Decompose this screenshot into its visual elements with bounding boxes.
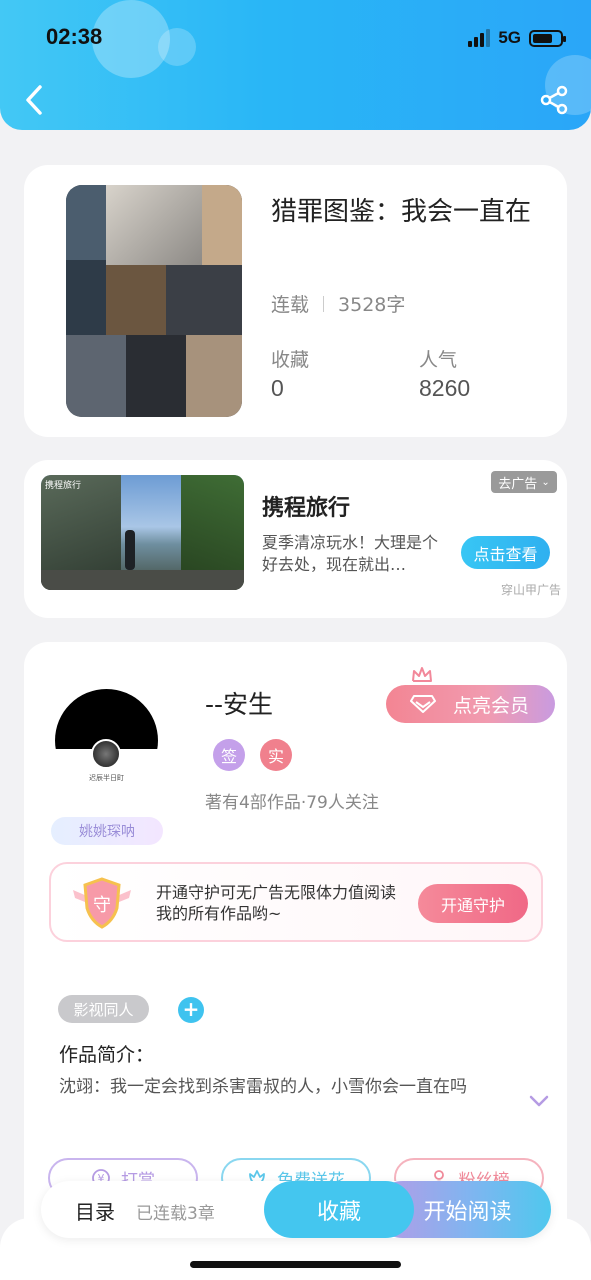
add-tag-plus-icon[interactable]: +: [178, 997, 204, 1023]
share-icon[interactable]: [538, 84, 570, 116]
favorite-button[interactable]: 收藏: [264, 1181, 414, 1238]
guard-button[interactable]: 开通守护: [418, 884, 528, 923]
status-icons: 5G: [468, 28, 566, 48]
back-chevron-icon[interactable]: [20, 82, 50, 118]
popularity-value: 8260: [419, 375, 471, 401]
signal-icon: [468, 29, 491, 47]
battery-icon: [529, 29, 566, 47]
decor-bubble: [158, 28, 196, 66]
home-indicator: [190, 1261, 401, 1268]
chapter-count: 已连载3章: [136, 1204, 215, 1224]
author-name[interactable]: --安生: [205, 685, 273, 721]
book-cover[interactable]: [66, 185, 242, 417]
ad-image-logo: 携程旅行: [45, 481, 82, 491]
diamond-icon: [410, 695, 436, 713]
book-title: 猎罪图鉴：我会一直在: [271, 197, 532, 227]
network-type: 5G: [498, 28, 521, 47]
author-stats: 著有4部作品·79人关注: [205, 793, 379, 813]
toc-button[interactable]: 目录: [75, 1196, 115, 1225]
signed-badge: 签: [213, 739, 245, 771]
guard-text: 开通守护可无广告无限体力值阅读我的所有作品哟~: [156, 883, 397, 923]
genre-tag[interactable]: 影视同人: [58, 995, 149, 1023]
ad-view-button[interactable]: 点击查看: [461, 536, 550, 569]
crown-icon: [412, 667, 432, 682]
fan-tag[interactable]: 姚姚琛呐: [51, 817, 163, 845]
remove-ad-label: 去广告: [498, 476, 538, 492]
favorites-value: 0: [271, 375, 284, 401]
word-count: 3528字: [338, 294, 406, 316]
expand-chevron-icon[interactable]: [528, 1094, 550, 1108]
remove-ad-button[interactable]: 去广告 ⌄: [491, 471, 557, 493]
vip-label: 点亮会员: [452, 694, 529, 717]
status-time: 02:38: [46, 24, 103, 49]
chevron-down-icon: ⌄: [541, 476, 550, 488]
book-meta: 连载 3528字: [271, 290, 405, 317]
popularity-label: 人气: [419, 349, 458, 371]
meta-divider: [323, 295, 325, 312]
intro-label: 作品简介：: [59, 1044, 155, 1066]
decor-bubble: [92, 0, 170, 78]
verified-badge: 实: [260, 739, 292, 771]
ad-image[interactable]: 携程旅行: [41, 475, 244, 590]
vip-button[interactable]: 点亮会员: [386, 685, 555, 723]
ad-source: 穿山甲广告: [501, 583, 562, 597]
avatar-caption: 迟辰半日町: [89, 774, 124, 782]
favorites-label: 收藏: [271, 349, 310, 371]
bottom-action-bar: 目录 已连载3章 开始阅读 收藏: [41, 1181, 551, 1238]
guard-shield-icon: 守: [73, 877, 131, 929]
app-header: 02:38 5G: [0, 0, 591, 130]
author-avatar[interactable]: 迟辰半日町: [55, 689, 158, 792]
book-info-card: 猎罪图鉴：我会一直在 连载 3528字 收藏 0 人气 8260: [24, 165, 567, 437]
ad-description: 夏季清凉玩水！大理是个好去处，现在就出…: [262, 533, 439, 574]
guard-banner: 守 开通守护可无广告无限体力值阅读我的所有作品哟~ 开通守护: [49, 862, 543, 942]
ad-title: 携程旅行: [262, 496, 351, 521]
intro-text: 沈翊：我一定会找到杀害雷叔的人，小雪你会一直在吗: [59, 1077, 467, 1097]
book-status: 连载: [271, 294, 310, 316]
guard-icon-char: 守: [93, 895, 111, 916]
ad-card[interactable]: 携程旅行 携程旅行 夏季清凉玩水！大理是个好去处，现在就出… 去广告 ⌄ 点击查…: [24, 460, 567, 618]
